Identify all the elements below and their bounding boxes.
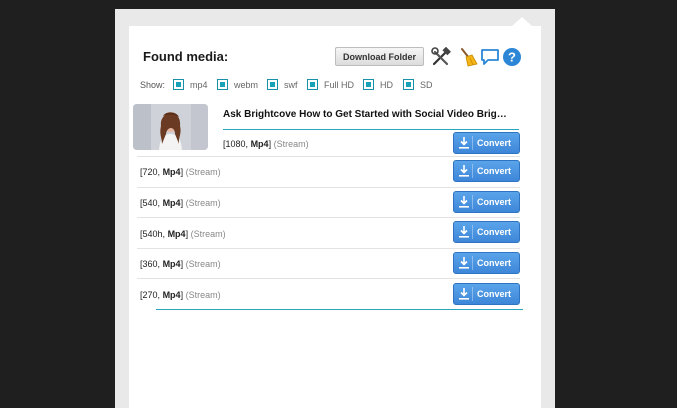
- convert-button-270[interactable]: Convert: [453, 283, 520, 305]
- checkbox-hd[interactable]: [363, 79, 374, 91]
- chat-bubble-icon[interactable]: [480, 47, 500, 67]
- convert-label: Convert: [477, 166, 512, 176]
- format-row-540: [540, Mp4] (Stream): [140, 198, 221, 208]
- title-underline: [223, 129, 519, 130]
- convert-label: Convert: [477, 258, 512, 268]
- format-row-720: [720, Mp4] (Stream): [140, 167, 221, 177]
- download-folder-button[interactable]: Download Folder: [335, 47, 424, 66]
- format-type: (Stream): [190, 229, 226, 239]
- svg-text:?: ?: [508, 50, 516, 65]
- format-res: 270: [142, 290, 158, 300]
- format-type: (Stream): [185, 290, 221, 300]
- convert-label: Convert: [477, 197, 512, 207]
- format-res: 360: [142, 259, 158, 269]
- video-title: Ask Brightcove How to Get Started with S…: [223, 109, 507, 120]
- format-type: (Stream): [185, 198, 221, 208]
- convert-button-360[interactable]: Convert: [453, 252, 520, 274]
- tools-icon[interactable]: [431, 46, 451, 67]
- row-divider: [137, 248, 520, 249]
- filter-label-swf: swf: [284, 79, 298, 90]
- download-icon: [459, 196, 469, 208]
- format-container: Mp4: [250, 139, 269, 149]
- convert-button-540[interactable]: Convert: [453, 191, 520, 213]
- format-row-1080: [1080, Mp4] (Stream): [223, 139, 309, 149]
- filter-full-hd[interactable]: Full HD: [307, 79, 354, 91]
- popup-arrow: [512, 17, 532, 26]
- format-container: Mp4: [167, 229, 186, 239]
- format-container: Mp4: [162, 259, 181, 269]
- download-icon: [459, 257, 469, 269]
- checkbox-mp4[interactable]: [173, 79, 184, 91]
- format-res: 1080: [225, 139, 246, 149]
- format-res: 720: [142, 167, 158, 177]
- format-type: (Stream): [273, 139, 309, 149]
- row-divider: [137, 187, 520, 188]
- help-icon[interactable]: ?: [502, 47, 522, 67]
- download-icon: [459, 165, 469, 177]
- row-divider: [137, 278, 520, 279]
- convert-button-1080[interactable]: Convert: [453, 132, 520, 154]
- format-container: Mp4: [162, 167, 181, 177]
- checkbox-full-hd[interactable]: [307, 79, 318, 91]
- download-icon: [459, 288, 469, 300]
- filter-webm[interactable]: webm: [217, 79, 258, 91]
- broom-icon[interactable]: [458, 47, 478, 67]
- filter-label-mp4: mp4: [190, 79, 208, 90]
- download-icon: [459, 226, 469, 238]
- filter-label-hd: HD: [380, 79, 393, 90]
- filter-label-webm: webm: [234, 79, 259, 90]
- convert-label: Convert: [477, 138, 512, 148]
- checkbox-swf[interactable]: [267, 79, 278, 91]
- format-container: Mp4: [162, 198, 181, 208]
- format-res: 540h: [142, 229, 163, 239]
- filter-sd[interactable]: SD: [403, 79, 433, 91]
- convert-label: Convert: [477, 227, 512, 237]
- filter-mp4[interactable]: mp4: [173, 79, 208, 91]
- format-row-540h: [540h, Mp4] (Stream): [140, 229, 226, 239]
- download-icon: [459, 137, 469, 149]
- format-type: (Stream): [185, 259, 221, 269]
- format-res: 540: [142, 198, 158, 208]
- checkbox-sd[interactable]: [403, 79, 414, 91]
- checkbox-webm[interactable]: [217, 79, 228, 91]
- format-row-270: [270, Mp4] (Stream): [140, 290, 221, 300]
- format-type: (Stream): [185, 167, 221, 177]
- list-bottom-line: [156, 309, 523, 310]
- format-row-360: [360, Mp4] (Stream): [140, 259, 221, 269]
- filter-swf[interactable]: swf: [267, 79, 298, 91]
- filter-label-sd: SD: [420, 79, 433, 90]
- convert-label: Convert: [477, 289, 512, 299]
- convert-button-540h[interactable]: Convert: [453, 221, 520, 243]
- row-divider: [137, 217, 520, 218]
- row-divider: [137, 156, 520, 157]
- convert-button-720[interactable]: Convert: [453, 160, 520, 182]
- format-container: Mp4: [162, 290, 181, 300]
- show-label: Show:: [140, 80, 166, 90]
- page-title: Found media:: [143, 49, 229, 64]
- filter-hd[interactable]: HD: [363, 79, 393, 91]
- filter-label-full-hd: Full HD: [324, 79, 355, 90]
- video-thumbnail[interactable]: [133, 104, 208, 150]
